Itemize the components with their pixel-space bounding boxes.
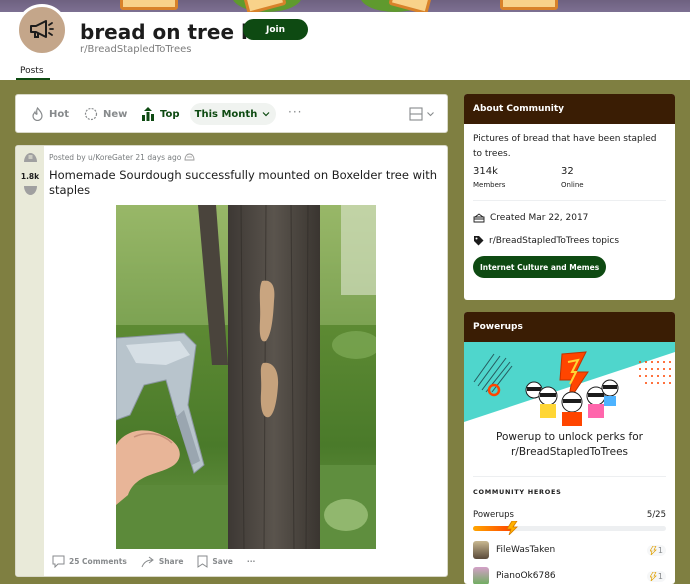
post-more-button[interactable]: ··· [247, 557, 256, 566]
lightning-bolt-icon [649, 545, 657, 555]
topics-label: r/BreadStapledToTrees topics [489, 235, 620, 246]
sparkle-icon [84, 107, 98, 121]
bread-decoration [120, 0, 178, 10]
join-button[interactable]: Join [243, 19, 308, 40]
topic-tag[interactable]: Internet Culture and Memes [473, 256, 607, 278]
powerups-heading: Powerups [464, 312, 675, 342]
sort-hot-button[interactable]: Hot [31, 104, 69, 124]
post-title[interactable]: Homemade Sourdough successfully mounted … [49, 168, 439, 198]
about-community-heading: About Community [464, 94, 675, 124]
flame-icon [31, 107, 44, 121]
members-count: 314k [473, 166, 498, 177]
hero-row[interactable]: FileWasTaken 1 [473, 540, 666, 560]
top-chart-icon [141, 107, 155, 121]
hero-avatar [473, 567, 489, 584]
post-meta: Posted by u/KoreGater 21 days ago [49, 153, 195, 162]
hero-powerup-count: 1 [646, 570, 666, 582]
divider [473, 200, 666, 201]
hero-row[interactable]: PianoOk6786 1 [473, 566, 666, 584]
powerups-progress-count: 5/25 [646, 510, 666, 520]
tag-icon [474, 236, 484, 246]
sort-bar: Hot New Top This Month ··· [15, 94, 448, 133]
sort-new-label: New [103, 108, 128, 120]
time-filter-dropdown[interactable]: This Month [190, 103, 276, 125]
members-label: Members [473, 181, 506, 189]
community-banner [0, 0, 690, 12]
vote-column: 1.8k [16, 146, 44, 576]
hero-name: PianoOk6786 [496, 571, 556, 581]
sort-top-label: Top [160, 108, 180, 120]
award-icon [184, 153, 195, 161]
community-header: bread on tree lol r/BreadStapledToTrees … [0, 4, 690, 80]
community-heroes-label: COMMUNITY HEROES [473, 488, 562, 496]
created-date-text: Created Mar 22, 2017 [490, 212, 589, 223]
share-button[interactable]: Share [141, 556, 184, 568]
about-community-card: About Community Pictures of bread that h… [464, 94, 675, 300]
post-actions: 25 Comments Share Save ··· [52, 555, 269, 568]
comments-label: 25 Comments [69, 557, 127, 566]
chevron-down-icon [427, 112, 434, 117]
lightning-bolt-icon [649, 571, 657, 581]
powerups-progress-label: Powerups [473, 510, 514, 520]
tab-active-indicator [16, 78, 50, 80]
bread-on-tree-photo [116, 205, 376, 549]
online-label: Online [561, 181, 584, 189]
subreddit-name: r/BreadStapledToTrees [80, 44, 192, 55]
share-label: Share [158, 557, 184, 566]
save-label: Save [212, 557, 233, 566]
lightning-bolt-icon [505, 521, 518, 535]
post-image[interactable] [116, 205, 376, 549]
more-options-button[interactable]: ··· [288, 105, 302, 119]
community-topics: r/BreadStapledToTrees topics [473, 235, 619, 246]
created-date: Created Mar 22, 2017 [473, 212, 588, 223]
share-icon [141, 556, 154, 567]
downvote-icon[interactable] [23, 186, 38, 196]
bread-decoration [500, 0, 558, 10]
dots-decoration [639, 361, 671, 384]
powerups-promo-text: Powerup to unlock perks for r/BreadStapl… [496, 431, 643, 458]
community-description: Pictures of bread that have been stapled… [473, 134, 657, 159]
megaphone-icon [30, 20, 54, 38]
hero-avatar [473, 541, 489, 559]
time-filter-label: This Month [194, 108, 258, 120]
sort-hot-label: Hot [49, 108, 70, 120]
powerups-card: Powerups Powerup to unlock perks for r/B… [464, 312, 675, 584]
divider [473, 476, 666, 477]
cake-icon [473, 213, 485, 223]
powerups-progress-row: Powerups 5/25 [473, 510, 666, 520]
online-count: 32 [561, 166, 574, 177]
powerups-progress-bar [473, 521, 666, 535]
bookmark-icon [197, 555, 208, 568]
card-layout-icon [409, 107, 423, 121]
upvote-icon[interactable] [23, 152, 38, 162]
sort-new-button[interactable]: New [84, 104, 127, 124]
post-author-time: Posted by u/KoreGater 21 days ago [49, 153, 182, 162]
save-button[interactable]: Save [197, 555, 233, 568]
tab-posts[interactable]: Posts [20, 66, 44, 76]
comments-button[interactable]: 25 Comments [52, 555, 127, 568]
vote-count: 1.8k [20, 172, 40, 181]
community-title: bread on tree lol [80, 20, 269, 44]
hero-powerup-count: 1 [646, 544, 666, 556]
chevron-down-icon [262, 112, 270, 117]
community-avatar [16, 4, 68, 56]
hero-name: FileWasTaken [496, 545, 556, 555]
post-card[interactable]: 1.8k Posted by u/KoreGater 21 days ago H… [15, 145, 448, 577]
sort-top-button[interactable]: Top [141, 104, 180, 124]
view-layout-button[interactable] [409, 107, 435, 121]
comment-icon [52, 555, 65, 568]
